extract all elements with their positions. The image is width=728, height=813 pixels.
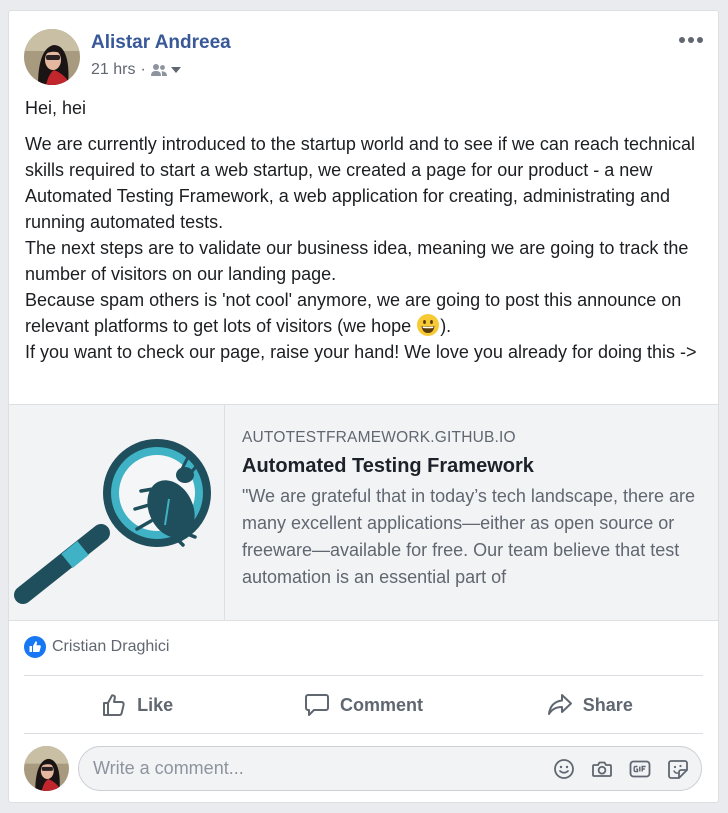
share-icon: [547, 694, 572, 715]
link-thumbnail[interactable]: [9, 405, 225, 620]
post-paragraph: The next steps are to validate our busin…: [25, 238, 689, 284]
like-label: Like: [137, 694, 174, 715]
comment-composer: [78, 746, 702, 791]
action-bar: Like Comment Share: [24, 679, 703, 731]
reactions-summary[interactable]: Cristian Draghici: [24, 636, 169, 658]
reaction-names[interactable]: Cristian Draghici: [52, 638, 169, 656]
link-description[interactable]: "We are grateful that in today’s tech la…: [242, 483, 702, 591]
sticker-icon[interactable]: [667, 758, 689, 780]
like-reaction-icon: [24, 636, 46, 658]
share-button[interactable]: Share: [477, 679, 703, 731]
grinning-emoji-icon: [416, 313, 440, 337]
gif-icon[interactable]: [629, 758, 651, 780]
meta-separator: ·: [140, 61, 146, 78]
comment-input[interactable]: [79, 747, 553, 790]
emoji-icon[interactable]: [553, 758, 575, 780]
post-greeting: Hei, hei: [25, 98, 87, 118]
post-paragraph: If you want to check our page, raise you…: [25, 342, 697, 362]
divider: [24, 733, 703, 734]
comment-icon: [304, 694, 329, 716]
post-text-segment: ).: [440, 316, 452, 336]
post-paragraph: Because spam others is 'not cool' anymor…: [25, 287, 715, 339]
comment-button[interactable]: Comment: [250, 679, 476, 731]
friends-icon[interactable]: [150, 63, 167, 77]
more-options-icon[interactable]: [678, 33, 704, 47]
current-user-avatar[interactable]: [24, 746, 69, 791]
link-title[interactable]: Automated Testing Framework: [242, 455, 534, 478]
share-label: Share: [582, 694, 633, 715]
post-text-segment: Because spam others is 'not cool' anymor…: [25, 290, 682, 336]
camera-icon[interactable]: [591, 758, 613, 780]
link-preview[interactable]: AUTOTESTFRAMEWORK.GITHUB.IO Automated Te…: [9, 404, 718, 621]
divider: [24, 675, 703, 676]
post-meta: 21 hrs ·: [91, 61, 181, 79]
chevron-down-icon[interactable]: [170, 67, 181, 73]
like-button[interactable]: Like: [24, 679, 250, 731]
post-time[interactable]: 21 hrs: [91, 61, 135, 79]
post-card: Alistar Andreea 21 hrs · Hei, hei We are…: [8, 10, 719, 803]
magnifier-bug-icon: [14, 439, 211, 604]
comment-tools: [553, 758, 701, 780]
author-name[interactable]: Alistar Andreea: [91, 32, 231, 54]
author-avatar[interactable]: [24, 29, 80, 85]
thumbs-up-icon: [103, 694, 125, 716]
post-text: Hei, hei We are currently introduced to …: [25, 95, 715, 365]
comment-label: Comment: [339, 694, 423, 715]
post-paragraph: We are currently introduced to the start…: [25, 134, 696, 232]
link-domain[interactable]: AUTOTESTFRAMEWORK.GITHUB.IO: [242, 429, 516, 447]
